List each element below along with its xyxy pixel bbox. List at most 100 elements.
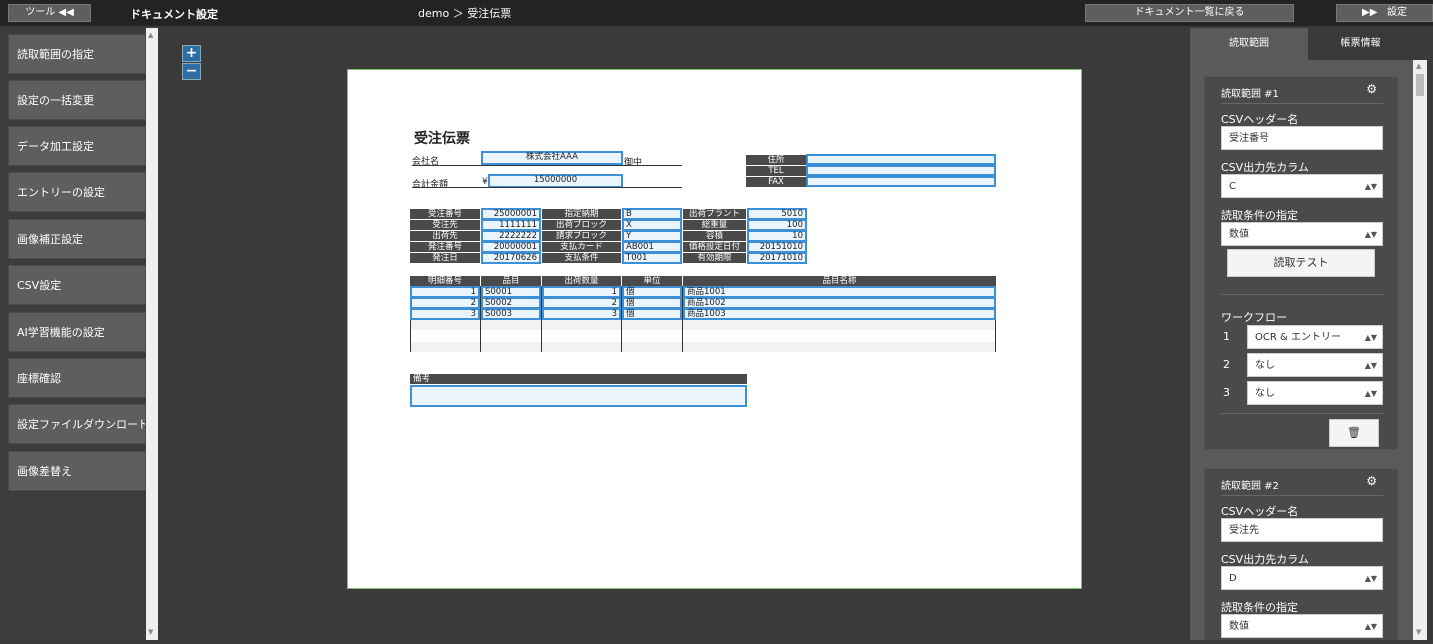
zoom-out-button[interactable]: − [182,63,201,80]
scroll-up-icon[interactable]: ▲ [1416,62,1421,70]
tab-form-info[interactable]: 帳票情報 [1308,28,1413,60]
delete-button[interactable]: 🗑 [1329,419,1379,447]
scroll-down-icon[interactable]: ▼ [1416,628,1421,636]
info-label: 受注番号 [410,209,480,219]
amount-field[interactable]: 15000000 [488,174,623,188]
document-page: 受注伝票 会社名 株式会社AAA 御中 合計金額 ¥ 15000000 住所 T… [347,69,1082,589]
fax-field[interactable] [806,176,996,187]
right-panel: 読取範囲 帳票情報 読取範囲 #1 ⚙ CSVヘッダー名 受注番号 CSV出力先… [1190,28,1433,640]
info-label: 指定納期 [542,209,621,219]
info-label: 受注先 [410,220,480,230]
csv-header-label: CSVヘッダー名 [1221,113,1299,126]
empty-row [411,331,995,341]
info-field[interactable]: T001 [622,252,682,264]
sidebar-item-download[interactable]: 設定ファイルダウンロード [8,404,146,444]
csv-header-input[interactable]: 受注番号 [1221,126,1383,150]
info-label: 出荷プラント [683,209,746,219]
selected-value: 数値 [1229,621,1249,632]
info-label: 有効期限 [683,253,746,263]
addr-field[interactable] [806,154,996,165]
card-title: 読取範囲 #2 [1221,481,1279,492]
workflow-step-number: 1 [1223,330,1230,343]
zoom-in-button[interactable]: + [182,45,201,62]
info-label: 支払カード [542,242,621,252]
yen-sign: ¥ [482,177,488,187]
fax-label: FAX [746,177,806,187]
settings-label: 設定 [1386,7,1407,18]
selected-value: 数値 [1229,229,1249,240]
select-caret-icon: ▲▼ [1364,333,1377,342]
amount-label: 合計金額 [412,180,449,190]
gear-icon[interactable]: ⚙ [1366,82,1377,96]
info-label: 出荷ブロック [542,220,621,230]
read-condition-label: 読取条件の指定 [1221,601,1298,614]
csv-header-label: CSVヘッダー名 [1221,505,1299,518]
sidebar-item-data-processing[interactable]: データ加工設定 [8,126,146,166]
read-area-list: 読取範囲 #1 ⚙ CSVヘッダー名 受注番号 CSV出力先カラム C ▲▼ 読取… [1190,60,1413,640]
gear-icon[interactable]: ⚙ [1366,474,1377,488]
tab-read-area[interactable]: 読取範囲 [1190,28,1308,60]
detail-cell[interactable]: 商品1003 [683,308,996,320]
sidebar-item-image-correction[interactable]: 画像補正設定 [8,219,146,259]
read-condition-select[interactable]: 数値 ▲▼ [1221,222,1383,246]
detail-cell[interactable]: 3 [410,308,480,320]
sidebar-item-coordinates[interactable]: 座標確認 [8,358,146,398]
info-label: 容積 [683,231,746,241]
scroll-down-icon[interactable]: ▼ [148,628,153,636]
sidebar-item-entry[interactable]: エントリーの設定 [8,172,146,212]
read-test-button[interactable]: 読取テスト [1227,249,1375,277]
csv-header-input[interactable]: 受注先 [1221,518,1383,542]
workflow-step-select[interactable]: なし ▲▼ [1247,353,1383,377]
document-canvas: + − 受注伝票 会社名 株式会社AAA 御中 合計金額 ¥ 15000000 … [158,28,1190,640]
selected-value: D [1229,573,1237,584]
tool-toggle-button[interactable]: ツール ◀◀ [8,4,91,22]
sidebar-item-bulk-change[interactable]: 設定の一括変更 [8,80,146,120]
workflow-step-select[interactable]: OCR & エントリー ▲▼ [1247,325,1383,349]
divider [412,187,682,188]
sidebar-item-image-replace[interactable]: 画像差替え [8,451,146,491]
workflow-step-select[interactable]: なし ▲▼ [1247,381,1383,405]
tel-label: TEL [746,166,806,176]
right-panel-scrollbar[interactable]: ▲ ▼ [1413,60,1427,640]
info-field[interactable]: 20170626 [481,252,541,264]
info-field[interactable]: 20171010 [747,252,807,264]
selected-value: なし [1255,360,1275,371]
csv-column-label: CSV出力先カラム [1221,553,1309,566]
divider [1221,103,1383,104]
sidebar-item-read-area[interactable]: 読取範囲の指定 [8,34,146,74]
detail-cell[interactable]: 3 [542,308,621,320]
sidebar-scrollbar[interactable]: ▲ ▼ [146,28,158,640]
detail-cell[interactable]: 個 [622,308,682,320]
tel-field[interactable] [806,165,996,176]
detail-header: 単位 [622,276,682,286]
breadcrumb: demo ＞ 受注伝票 [418,7,512,20]
empty-row [411,342,995,352]
page-title: ドキュメント設定 [130,8,218,21]
company-field[interactable]: 株式会社AAA [481,151,623,165]
select-caret-icon: ▲▼ [1364,230,1377,239]
info-label: 発注番号 [410,242,480,252]
sidebar-item-csv[interactable]: CSV設定 [8,265,146,305]
csv-column-select[interactable]: C ▲▼ [1221,174,1383,198]
detail-header: 品目名称 [683,276,996,286]
read-condition-select[interactable]: 数値 ▲▼ [1221,614,1383,638]
divider [412,165,682,166]
scroll-up-icon[interactable]: ▲ [148,31,153,39]
top-bar: ツール ◀◀ ドキュメント設定 demo ＞ 受注伝票 ドキュメント一覧に戻る … [0,0,1433,26]
form-title: 受注伝票 [414,131,470,147]
back-to-document-list-button[interactable]: ドキュメント一覧に戻る [1085,4,1294,22]
info-label: 出荷先 [410,231,480,241]
select-caret-icon: ▲▼ [1364,361,1377,370]
card-title: 読取範囲 #1 [1221,89,1279,100]
settings-button[interactable]: ▶▶ 設定 [1336,4,1433,22]
scroll-thumb[interactable] [1416,74,1424,96]
read-area-card: 読取範囲 #1 ⚙ CSVヘッダー名 受注番号 CSV出力先カラム C ▲▼ 読取… [1204,76,1398,450]
divider [1221,495,1383,496]
sidebar-item-ai-learning[interactable]: AI学習機能の設定 [8,312,146,352]
workflow-label: ワークフロー [1221,311,1287,324]
info-label: 請求ブロック [542,231,621,241]
divider [1221,294,1383,295]
remarks-field[interactable] [410,385,747,407]
detail-cell[interactable]: S0003 [481,308,541,320]
csv-column-select[interactable]: D ▲▼ [1221,566,1383,590]
